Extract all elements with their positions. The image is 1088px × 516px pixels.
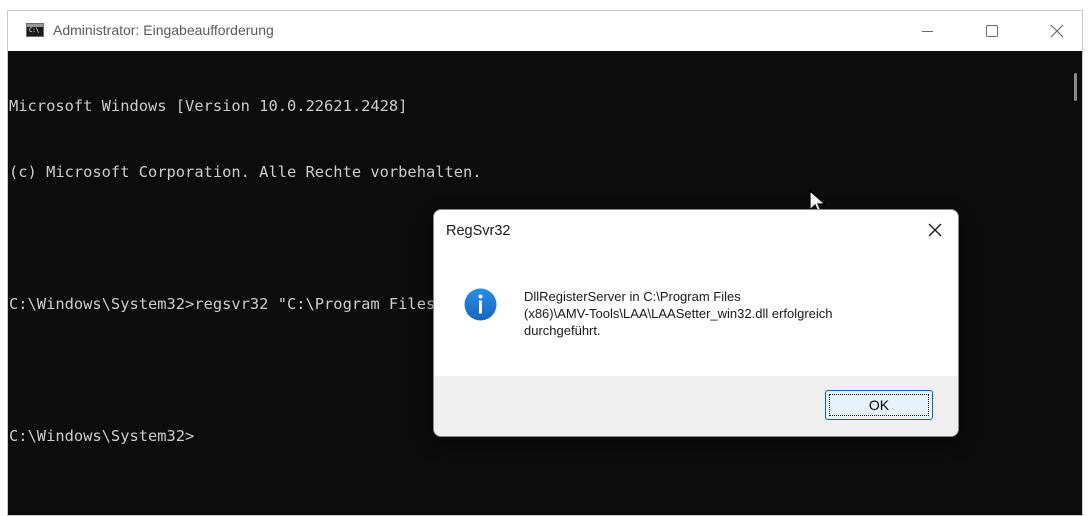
dialog-titlebar[interactable]: RegSvr32 <box>434 210 958 252</box>
dialog-title: RegSvr32 <box>446 223 511 239</box>
cmd-icon-text: C:\ <box>29 27 39 34</box>
close-icon <box>1050 24 1064 38</box>
dialog-body: DllRegisterServer in C:\Program Files (x… <box>434 252 958 376</box>
dialog-footer: OK <box>434 376 958 436</box>
cmd-icon: C:\ <box>26 23 44 37</box>
close-button[interactable] <box>1034 11 1080 51</box>
dialog-message-line: (x86)\AMV-Tools\LAA\LAASetter_win32.dll … <box>524 306 833 321</box>
console-scrollbar[interactable] <box>1068 51 1082 515</box>
info-icon <box>464 288 497 321</box>
dialog-message-line: durchgeführt. <box>524 323 601 338</box>
maximize-button[interactable] <box>968 11 1014 51</box>
maximize-icon <box>986 25 998 37</box>
dialog-close-button[interactable] <box>912 210 958 250</box>
close-icon <box>928 223 942 237</box>
minimize-icon <box>922 31 933 32</box>
console-line: (c) Microsoft Corporation. Alle Rechte v… <box>9 163 482 181</box>
dialog-message-line: DllRegisterServer in C:\Program Files <box>524 289 741 304</box>
dialog-message: DllRegisterServer in C:\Program Files (x… <box>524 288 934 339</box>
ok-button[interactable]: OK <box>825 390 933 420</box>
ok-button-label: OK <box>829 394 929 416</box>
window-titlebar[interactable]: C:\ Administrator: Eingabeaufforderung <box>8 11 1082 51</box>
regsvr32-dialog: RegSvr32 DllRegisterServer in C:\Program… <box>433 209 959 437</box>
scrollbar-thumb[interactable] <box>1074 73 1077 101</box>
window-title: Administrator: Eingabeaufforderung <box>53 22 274 38</box>
minimize-button[interactable] <box>904 11 950 51</box>
console-line: Microsoft Windows [Version 10.0.22621.24… <box>9 97 408 115</box>
